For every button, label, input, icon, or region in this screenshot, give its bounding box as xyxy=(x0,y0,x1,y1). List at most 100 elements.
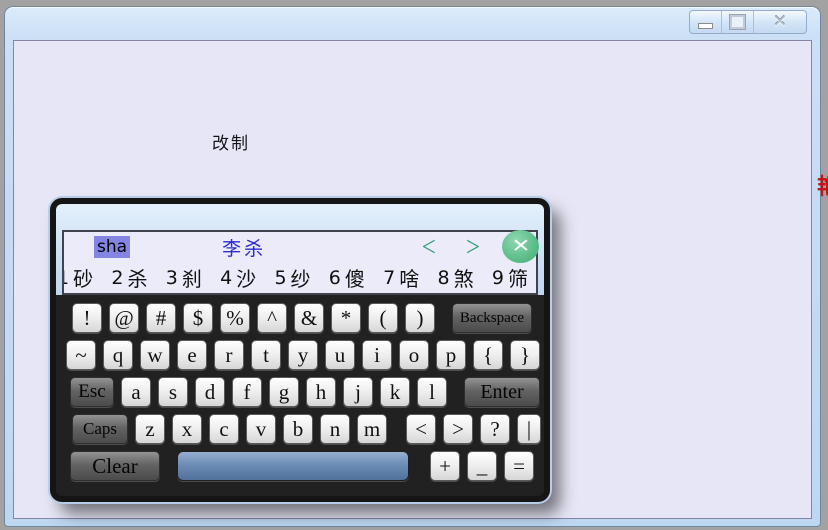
key-plus[interactable]: + xyxy=(430,451,460,481)
key-z[interactable]: z xyxy=(135,414,165,444)
candidate-9[interactable]: 9筛 xyxy=(492,263,528,292)
key-pipe[interactable]: | xyxy=(517,414,541,444)
key-q[interactable]: q xyxy=(103,340,133,370)
key-space[interactable] xyxy=(177,451,409,481)
keyboard-row-2: ~qwertyuiop{} xyxy=(56,340,544,370)
candidate-8[interactable]: 8煞 xyxy=(438,263,474,292)
key-j[interactable]: j xyxy=(343,377,373,407)
key-brace-open[interactable]: { xyxy=(473,340,503,370)
key-underscore[interactable]: _ xyxy=(467,451,497,481)
ime-close-button[interactable]: ✕ xyxy=(502,230,539,263)
key-h[interactable]: h xyxy=(306,377,336,407)
candidate-1[interactable]: 1砂 xyxy=(64,263,93,292)
minimize-button[interactable] xyxy=(690,11,721,33)
key-at[interactable]: @ xyxy=(109,303,139,333)
next-page-arrow[interactable]: > xyxy=(466,233,480,262)
key-percent[interactable]: % xyxy=(220,303,250,333)
key-esc[interactable]: Esc xyxy=(70,377,114,407)
close-button[interactable]: ✕ xyxy=(753,11,806,33)
keyboard-row-4: Capszxcvbnm <>?| xyxy=(56,414,544,444)
key-paren-close[interactable]: ) xyxy=(405,303,435,333)
prev-page-arrow[interactable]: < xyxy=(422,233,436,262)
candidate-char: 杀 xyxy=(127,263,147,292)
key-y[interactable]: y xyxy=(288,340,318,370)
candidate-char: 砂 xyxy=(73,263,93,292)
candidate-number: 2 xyxy=(111,267,123,289)
close-icon: ✕ xyxy=(773,14,787,31)
key-c[interactable]: c xyxy=(209,414,239,444)
candidate-number: 5 xyxy=(274,267,286,289)
key-equals[interactable]: = xyxy=(504,451,534,481)
key-a[interactable]: a xyxy=(121,377,151,407)
key-w[interactable]: w xyxy=(140,340,170,370)
key-greater-than[interactable]: > xyxy=(443,414,473,444)
candidate-number: 3 xyxy=(166,267,178,289)
candidate-7[interactable]: 7啥 xyxy=(383,263,419,292)
ime-panel: sha 李杀 < > ✕ 1砂2杀3刹4沙5纱6傻7啥8煞9筛 xyxy=(62,230,538,295)
composed-preview-text: 李杀 xyxy=(222,234,266,261)
key-g[interactable]: g xyxy=(269,377,299,407)
key-i[interactable]: i xyxy=(362,340,392,370)
key-clear[interactable]: Clear xyxy=(70,451,160,481)
candidate-char: 刹 xyxy=(182,263,202,292)
candidate-5[interactable]: 5纱 xyxy=(274,263,310,292)
candidate-3[interactable]: 3刹 xyxy=(166,263,202,292)
key-question[interactable]: ? xyxy=(480,414,510,444)
key-m[interactable]: m xyxy=(357,414,387,444)
key-f[interactable]: f xyxy=(232,377,262,407)
window-controls: ✕ xyxy=(689,10,807,34)
key-p[interactable]: p xyxy=(436,340,466,370)
key-d[interactable]: d xyxy=(195,377,225,407)
key-asterisk[interactable]: * xyxy=(331,303,361,333)
minimize-icon xyxy=(698,23,713,29)
key-b[interactable]: b xyxy=(283,414,313,444)
document-text: 改制 xyxy=(212,129,250,154)
keyboard-row-5: Clear +_= xyxy=(56,451,544,481)
candidate-char: 傻 xyxy=(345,263,365,292)
key-hash[interactable]: # xyxy=(146,303,176,333)
key-backspace[interactable]: Backspace xyxy=(452,303,532,333)
key-u[interactable]: u xyxy=(325,340,355,370)
key-t[interactable]: t xyxy=(251,340,281,370)
candidate-char: 啥 xyxy=(399,263,419,292)
candidate-6[interactable]: 6傻 xyxy=(329,263,365,292)
key-e[interactable]: e xyxy=(177,340,207,370)
key-brace-close[interactable]: } xyxy=(510,340,540,370)
clipped-red-character: 艳 xyxy=(817,169,828,201)
key-l[interactable]: l xyxy=(417,377,447,407)
key-ampersand[interactable]: & xyxy=(294,303,324,333)
key-enter[interactable]: Enter xyxy=(464,377,540,407)
key-dollar[interactable]: $ xyxy=(183,303,213,333)
key-less-than[interactable]: < xyxy=(406,414,436,444)
key-exclamation[interactable]: ! xyxy=(72,303,102,333)
key-paren-open[interactable]: ( xyxy=(368,303,398,333)
key-tilde[interactable]: ~ xyxy=(66,340,96,370)
key-k[interactable]: k xyxy=(380,377,410,407)
key-caps[interactable]: Caps xyxy=(72,414,128,444)
candidate-number: 4 xyxy=(220,267,232,289)
candidate-number: 6 xyxy=(329,267,341,289)
key-n[interactable]: n xyxy=(320,414,350,444)
ime-keyboard-window: sha 李杀 < > ✕ 1砂2杀3刹4沙5纱6傻7啥8煞9筛 !@#$%^&*… xyxy=(50,198,550,502)
key-s[interactable]: s xyxy=(158,377,188,407)
keyboard-row-3: Escasdfghjkl Enter xyxy=(56,377,544,407)
composition-text: sha xyxy=(94,236,130,258)
key-v[interactable]: v xyxy=(246,414,276,444)
key-r[interactable]: r xyxy=(214,340,244,370)
maximize-icon xyxy=(730,15,745,29)
ime-window-frame: sha 李杀 < > ✕ 1砂2杀3刹4沙5纱6傻7啥8煞9筛 xyxy=(56,204,544,295)
key-x[interactable]: x xyxy=(172,414,202,444)
candidate-list: 1砂2杀3刹4沙5纱6傻7啥8煞9筛 xyxy=(64,262,536,293)
key-o[interactable]: o xyxy=(399,340,429,370)
candidate-number: 8 xyxy=(438,267,450,289)
candidate-char: 筛 xyxy=(508,263,528,292)
candidate-2[interactable]: 2杀 xyxy=(111,263,147,292)
candidate-4[interactable]: 4沙 xyxy=(220,263,256,292)
candidate-char: 煞 xyxy=(454,263,474,292)
candidate-number: 7 xyxy=(383,267,395,289)
key-caret[interactable]: ^ xyxy=(257,303,287,333)
maximize-button[interactable] xyxy=(721,11,753,33)
keyboard-row-1: !@#$%^&*() Backspace xyxy=(56,303,544,333)
candidate-row: 1砂2杀3刹4沙5纱6傻7啥8煞9筛 xyxy=(64,262,536,293)
ime-composition-bar: sha 李杀 < > ✕ xyxy=(64,232,536,262)
